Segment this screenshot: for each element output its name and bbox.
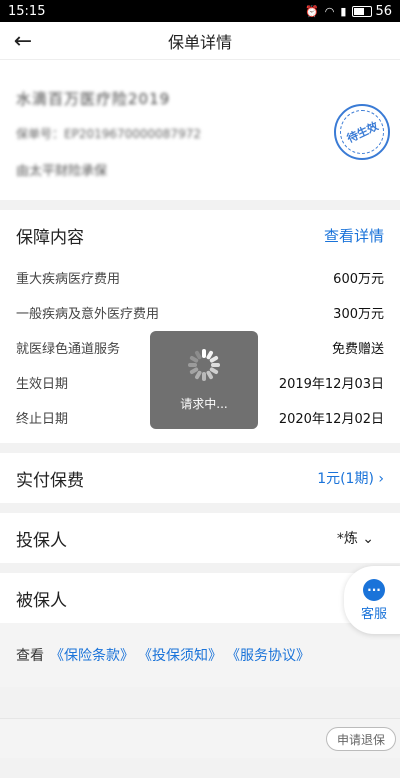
status-stamp: 待生效 — [334, 104, 390, 160]
terms-links: 查看 《保险条款》 《投保须知》 《服务协议》 — [0, 623, 400, 687]
status-stamp-text: 待生效 — [344, 119, 380, 146]
apply-refund-button[interactable]: 申请退保 — [325, 727, 396, 751]
nav-bar: ← 保单详情 — [0, 22, 400, 60]
premium-value: 1元(1期) — [317, 471, 374, 487]
signal-icon: ▮ — [340, 4, 347, 18]
status-time: 15:15 — [8, 3, 46, 19]
insured-row[interactable]: 被保人 — [0, 573, 400, 623]
coverage-value: 2019年12月03日 — [278, 377, 384, 392]
policy-card: 水滴百万医疗险2019 保单号：EP2019670000087972 由太平财险… — [0, 60, 400, 200]
policyholder-label: 投保人 — [16, 530, 67, 551]
coverage-value: 300万元 — [333, 307, 384, 322]
policyholder-row[interactable]: 投保人 *炼 ⌄ — [0, 513, 400, 563]
back-button[interactable]: ← — [8, 26, 38, 56]
loading-text: 请求中... — [180, 396, 228, 411]
back-arrow-icon: ← — [13, 28, 33, 54]
coverage-label: 就医绿色通道服务 — [16, 342, 121, 357]
alarm-icon: ⏰ — [305, 4, 319, 18]
battery-icon — [352, 5, 373, 17]
coverage-label: 生效日期 — [16, 377, 69, 392]
customer-service-label: 客服 — [360, 606, 387, 622]
coverage-row: 一般疾病及意外医疗费用 300万元 — [16, 295, 384, 330]
battery-level: 56 — [375, 3, 392, 19]
status-bar: 15:15 ⏰ ◠ ▮ 56 — [0, 0, 400, 22]
premium-label: 实付保费 — [16, 470, 84, 491]
coverage-label: 一般疾病及意外医疗费用 — [16, 307, 160, 322]
chat-bubble-icon: ··· — [363, 578, 385, 601]
loading-toast: 请求中... — [150, 331, 258, 429]
terms-link-service-agreement[interactable]: 《服务协议》 — [226, 645, 310, 665]
chevron-down-icon: ⌄ — [362, 531, 374, 547]
terms-link-insurance-clause[interactable]: 《保险条款》 — [50, 645, 134, 665]
customer-service-button[interactable]: ··· 客服 — [344, 566, 400, 634]
premium-row[interactable]: 实付保费 1元(1期) › — [0, 453, 400, 503]
terms-prefix: 查看 — [16, 648, 44, 664]
policy-name: 水滴百万医疗险2019 — [16, 90, 171, 108]
coverage-label: 重大疾病医疗费用 — [16, 272, 121, 287]
battery-indicator: 56 — [352, 4, 392, 19]
policyholder-value: *炼 — [336, 531, 358, 547]
terms-link-application-notice[interactable]: 《投保须知》 — [138, 645, 222, 665]
insured-label: 被保人 — [16, 590, 67, 611]
coverage-title: 保障内容 — [16, 227, 84, 248]
coverage-value: 2020年12月02日 — [278, 412, 384, 427]
chevron-right-icon: › — [378, 471, 384, 487]
coverage-value: 600万元 — [333, 272, 384, 287]
coverage-row: 重大疾病医疗费用 600万元 — [16, 260, 384, 295]
footer-bar: 申请退保 — [0, 718, 400, 758]
policy-insurer: 由太平财险承保 — [16, 164, 108, 179]
view-details-link[interactable]: 查看详情 — [324, 225, 384, 246]
coverage-label: 终止日期 — [16, 412, 69, 427]
wifi-icon: ◠ — [324, 4, 335, 18]
loading-spinner-icon — [188, 348, 220, 381]
policy-number: 保单号：EP2019670000087972 — [16, 127, 201, 141]
coverage-value: 免费赠送 — [331, 342, 384, 357]
page-title: 保单详情 — [167, 32, 232, 52]
